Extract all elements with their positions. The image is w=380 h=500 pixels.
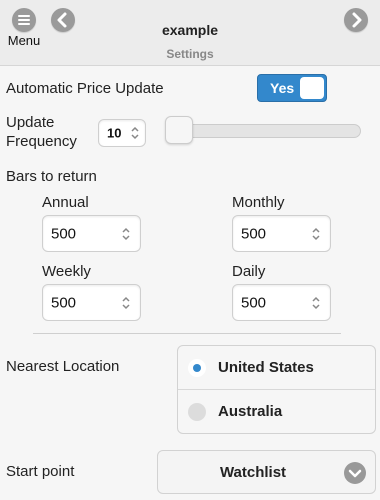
annual-value: 500 (51, 225, 77, 242)
daily-input[interactable]: 500 (232, 284, 331, 321)
header-bar: Menu example Settings (0, 0, 380, 66)
annual-label: Annual (42, 194, 89, 211)
monthly-value: 500 (241, 225, 267, 242)
chevron-right-icon (352, 12, 362, 28)
bars-label: Bars to return (6, 168, 97, 185)
toggle-knob[interactable] (300, 77, 324, 99)
location-radio-group: United States Australia (177, 345, 376, 434)
weekly-input[interactable]: 500 (42, 284, 141, 321)
radio-option-australia[interactable]: Australia (178, 390, 375, 434)
start-point-select[interactable]: Watchlist (157, 450, 376, 494)
weekly-label: Weekly (42, 263, 91, 280)
radio-unselected-icon[interactable] (188, 403, 206, 421)
annual-input[interactable]: 500 (42, 215, 141, 252)
stepper-arrows-icon[interactable] (129, 126, 141, 140)
frequency-label-line1: Update (6, 114, 55, 131)
frequency-slider-track[interactable] (170, 124, 361, 138)
daily-value: 500 (241, 294, 267, 311)
weekly-value: 500 (51, 294, 77, 311)
monthly-label: Monthly (232, 194, 285, 211)
radio-selected-icon[interactable] (188, 359, 206, 377)
stepper-arrows-icon[interactable] (120, 227, 132, 241)
stepper-arrows-icon[interactable] (310, 296, 322, 310)
page-title: example (161, 22, 219, 38)
start-point-label: Start point (6, 463, 75, 480)
radio-option-label: United States (218, 359, 314, 376)
auto-update-label: Automatic Price Update (6, 80, 164, 97)
frequency-slider-handle[interactable] (165, 116, 193, 144)
section-divider (33, 333, 341, 334)
toggle-label: Yes (270, 80, 295, 96)
frequency-input[interactable]: 10 (98, 119, 146, 147)
location-label: Nearest Location (6, 358, 120, 375)
monthly-input[interactable]: 500 (232, 215, 331, 252)
radio-option-label: Australia (218, 403, 283, 420)
page-subtitle: Settings (166, 47, 214, 61)
forward-button[interactable] (344, 8, 368, 32)
stepper-arrows-icon[interactable] (310, 227, 322, 241)
start-point-value: Watchlist (219, 464, 287, 481)
auto-update-toggle[interactable]: Yes (257, 74, 327, 102)
stepper-arrows-icon[interactable] (120, 296, 132, 310)
chevron-down-icon[interactable] (344, 462, 366, 484)
frequency-value: 10 (107, 125, 122, 141)
radio-option-united-states[interactable]: United States (178, 346, 375, 390)
daily-label: Daily (232, 263, 266, 280)
frequency-label-line2: Frequency (6, 133, 77, 150)
